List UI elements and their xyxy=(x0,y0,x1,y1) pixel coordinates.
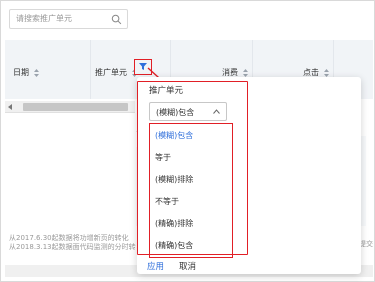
sort-icon[interactable] xyxy=(33,68,39,77)
column-header-label: 消费 xyxy=(222,68,238,77)
column-header-date[interactable]: 日期 xyxy=(13,67,39,78)
column-header-label: 日期 xyxy=(13,68,29,77)
truncated-text: 提交 xyxy=(359,240,373,248)
scroll-thumb[interactable] xyxy=(23,103,128,111)
horizontal-scrollbar[interactable] xyxy=(5,101,135,113)
column-divider xyxy=(90,40,91,99)
search-input[interactable]: 请搜索推广单元 xyxy=(9,9,128,29)
highlight-outline xyxy=(137,81,248,255)
scroll-left-arrow[interactable] xyxy=(8,104,12,110)
report-frame: 请搜索推广单元 日期 推广单元 消费 点击 从2017.6.30起数据将功增新页… xyxy=(0,0,375,282)
sort-icon[interactable] xyxy=(242,68,248,77)
column-header-unit[interactable]: 推广单元 xyxy=(95,67,137,78)
apply-button[interactable]: 应用 xyxy=(147,260,164,272)
column-header-label: 推广单元 xyxy=(95,68,127,77)
search-icon[interactable] xyxy=(111,14,122,25)
cancel-button[interactable]: 取消 xyxy=(179,260,196,272)
column-header-label: 点击 xyxy=(303,68,319,77)
search-placeholder: 请搜索推广单元 xyxy=(16,14,72,23)
footnote-2: 从2018.3.13起数据面代码监测的分时转 xyxy=(9,243,136,251)
sort-icon[interactable] xyxy=(323,68,329,77)
